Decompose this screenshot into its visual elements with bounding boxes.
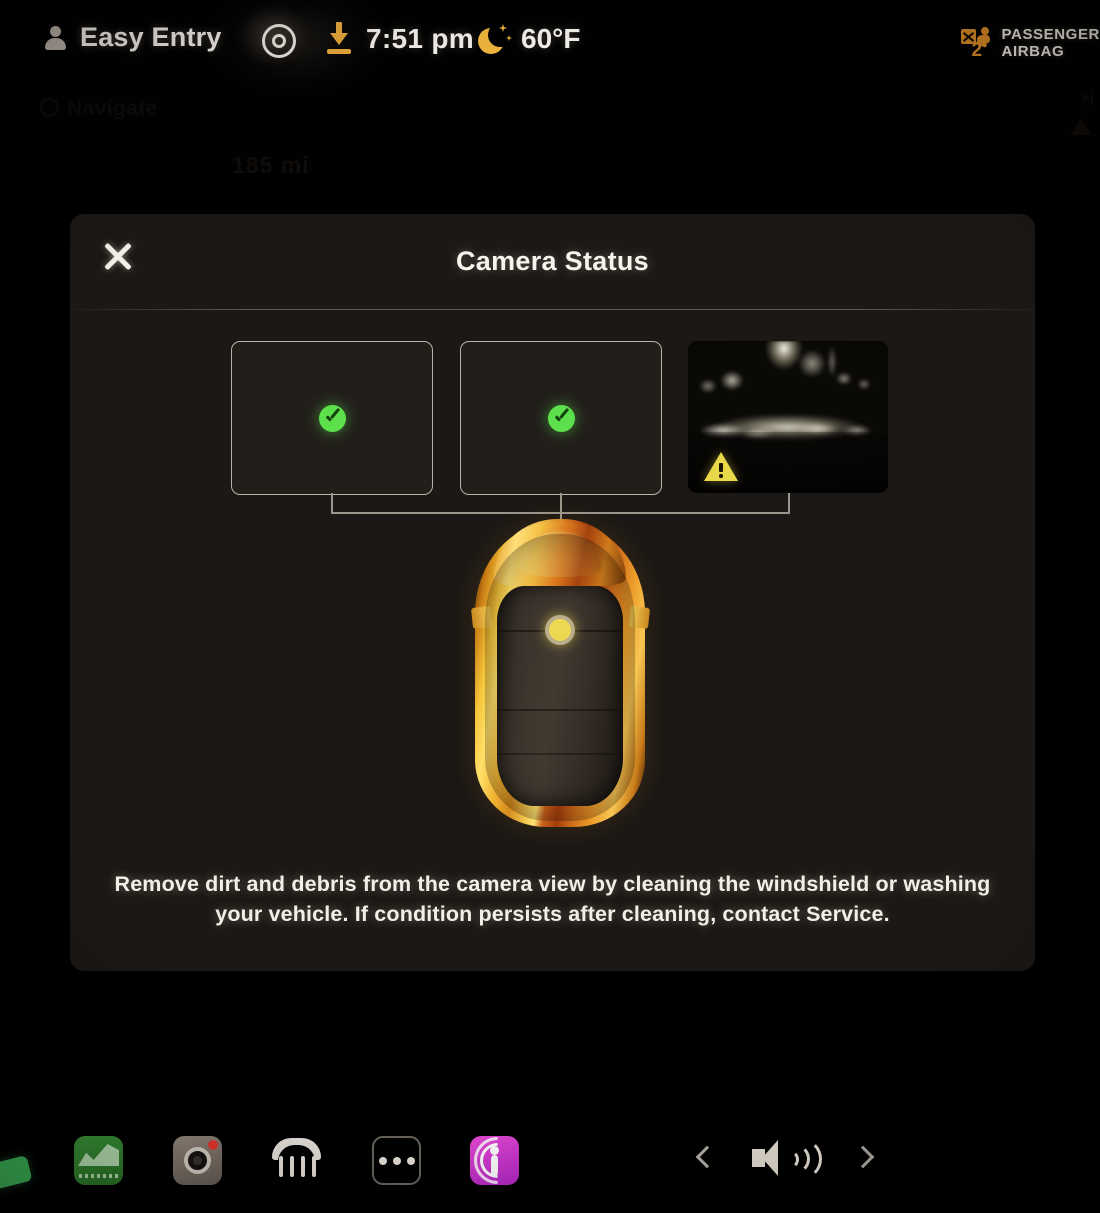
sentry-mode-icon[interactable] (262, 24, 296, 58)
camera-location-marker-icon (545, 615, 575, 646)
moon-night-icon (478, 23, 512, 56)
background-search-field: Navigate (40, 96, 270, 126)
software-download-icon[interactable] (325, 22, 353, 56)
camera-preview-right[interactable] (688, 341, 888, 493)
app-defrost[interactable] (270, 1138, 323, 1184)
camera-status-dialog: Camera Status Remove dirt and debris fro… (70, 214, 1035, 971)
status-bar: Easy Entry 7:51 pm 60°F 2 PASSENGER AIRB… (0, 0, 1100, 84)
camera-preview-center[interactable] (460, 341, 662, 495)
airbag-label: PASSENGER AIRBAG (1002, 26, 1100, 60)
airbag-label-line2: AIRBAG (1001, 43, 1065, 60)
temperature-label[interactable]: 60°F (521, 23, 580, 55)
profile-button[interactable]: Easy Entry (44, 22, 222, 53)
app-more[interactable] (372, 1136, 421, 1185)
background-compass-label: N (1082, 92, 1094, 109)
navigation-arrow-icon (1070, 118, 1092, 135)
chevron-right-icon[interactable] (852, 1145, 868, 1173)
camera-preview-row (70, 341, 1035, 496)
vehicle-mirror-right (628, 606, 650, 630)
vehicle-mirror-left (470, 606, 492, 630)
search-icon (40, 98, 59, 117)
header-divider (70, 309, 1035, 310)
volume-speaker-icon[interactable] (752, 1136, 822, 1180)
warning-triangle-icon (704, 452, 738, 482)
search-placeholder: Navigate (67, 97, 158, 120)
check-circle-icon (318, 404, 346, 432)
app-stocks[interactable] (74, 1136, 123, 1185)
page-title: Camera Status (456, 246, 649, 276)
passenger-airbag-indicator: 2 PASSENGER AIRBAG (960, 26, 1100, 61)
person-icon (44, 25, 66, 50)
airbag-number: 2 (971, 40, 983, 61)
vehicle-top-view (470, 518, 650, 827)
check-circle-icon (547, 404, 575, 432)
app-launcher-bar (0, 1117, 1100, 1213)
clock-label: 7:51 pm (366, 23, 474, 54)
passenger-airbag-off-icon: 2 (960, 26, 995, 61)
chevron-left-icon[interactable] (696, 1145, 712, 1173)
background-range-text: 185 mi (232, 152, 310, 178)
dialog-header: Camera Status (70, 214, 1035, 309)
app-podcast[interactable] (470, 1136, 519, 1185)
app-dashcam[interactable] (173, 1136, 222, 1185)
camera-preview-left[interactable] (231, 341, 433, 495)
airbag-label-line1: PASSENGER (1001, 26, 1100, 43)
profile-label: Easy Entry (80, 22, 222, 52)
instruction-text: Remove dirt and debris from the camera v… (114, 872, 991, 926)
